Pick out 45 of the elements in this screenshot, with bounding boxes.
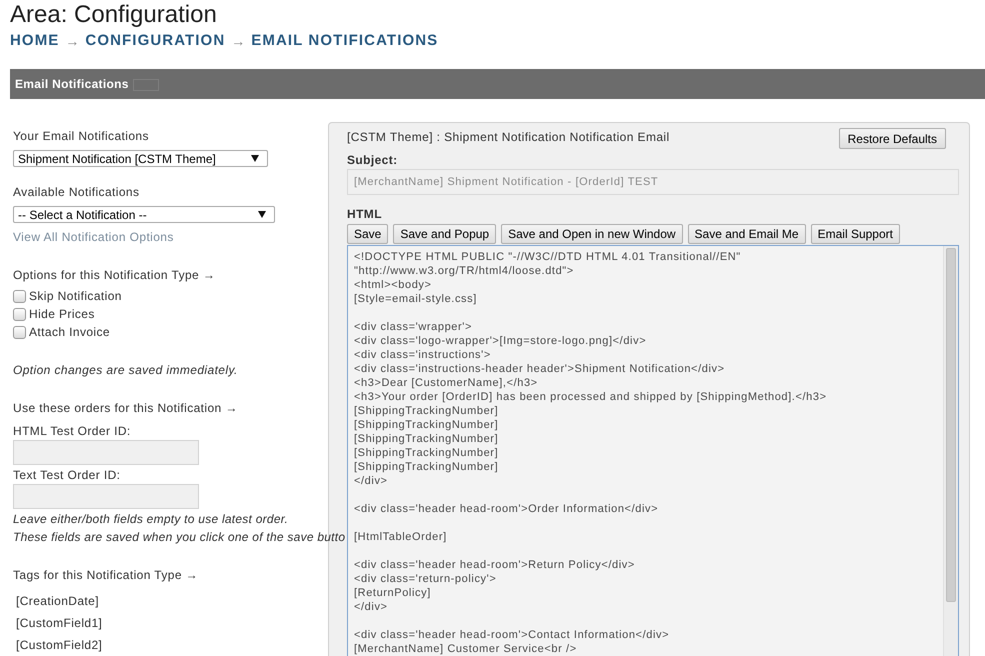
caret-icon [258, 211, 266, 218]
help-note: Leave either/both fields empty to use latest order. [13, 511, 288, 527]
editor-title: [CSTM Theme] : Shipment Notification Notification Email [347, 129, 670, 145]
breadcrumb-link[interactable]: CONFIGURATION [85, 31, 226, 51]
checkbox-label: Hide Prices [29, 306, 95, 322]
section-title: Email Notifications [15, 76, 129, 93]
checkbox-label: Attach Invoice [29, 324, 110, 340]
checkbox[interactable] [13, 308, 26, 320]
field-label: Your Email Notifications [13, 128, 149, 144]
tag-item: [CustomField1] [16, 615, 102, 631]
field-label: Available Notifications [13, 184, 140, 200]
section-label: Options for this Notification Type → [13, 267, 216, 283]
order-id-field[interactable] [13, 484, 199, 509]
html-editor-field[interactable] [347, 245, 959, 656]
save-and-email-button[interactable]: Save and Email Me [688, 224, 806, 244]
caret-icon [251, 155, 259, 162]
help-note: These fields are saved when you click one of the save butto [13, 529, 346, 545]
restore-defaults-button[interactable]: Restore Defaults [838, 128, 946, 149]
breadcrumb-link[interactable]: EMAIL NOTIFICATIONS [251, 31, 438, 51]
breadcrumb-separator: → [231, 32, 246, 50]
tag-item: [CustomField2] [16, 637, 102, 653]
scrollbar[interactable] [943, 246, 958, 656]
field-label: Text Test Order ID: [13, 467, 120, 483]
breadcrumb-separator: → [65, 32, 80, 50]
html-label: HTML [347, 206, 382, 222]
order-id-field[interactable] [13, 440, 199, 465]
scrollbar-thumb[interactable] [946, 248, 956, 602]
tag-item: [CreationDate] [16, 593, 100, 609]
subject-label: Subject: [347, 152, 398, 168]
notification-select[interactable]: -- Select a Notification -- [13, 206, 275, 223]
html-code-text: <!DOCTYPE HTML PUBLIC "-//W3C//DTD HTML 4.01 Transitional//EN" "http://www.w3.org/TR/html4/loose.dtd"> <html><body> [Style=email-style.css] <div class='wrapper'> <div class='logo-wrapper'>[Img=store-logo.png]</div> <div class='instructions'> <div class='instructions-header header'>Shipment Notification</div> <h3>Dear [CustomerName],</h3> <h3>Your order [OrderID] has been processed and shipped by [ShippingMethod].</h3> [ShippingTrackingNumber] [ShippingTrackingNumber] [ShippingTrackingNumber] [ShippingTrackingNumber] [ShippingTrackingNumber] </div> <div class='header head-room'>Order Information</div> [HtmlTableOrder] <div class='header head-room'>Return Policy</div> <div class='return-policy'> [ReturnPolicy] </div> <div class='header head-room'>Contact Information</div> [MerchantName] Customer Service<br /> [353, 250, 828, 656]
section-label: Tags for this Notification Type → [13, 567, 198, 583]
save-and-open-button[interactable]: Save and Open in new Window [501, 224, 683, 244]
checkbox[interactable] [13, 326, 26, 338]
field-label: HTML Test Order ID: [13, 423, 131, 439]
page-title: Area: Configuration [10, 1, 217, 29]
notification-select[interactable]: Shipment Notification [CSTM Theme] [13, 150, 268, 167]
email-support-button[interactable]: Email Support [810, 224, 900, 244]
checkbox-label: Skip Notification [29, 288, 122, 304]
breadcrumb-link[interactable]: HOME [10, 31, 60, 51]
section-label: Use these orders for this Notification → [13, 400, 238, 416]
options-note: Option changes are saved immediately. [13, 362, 238, 378]
save-button[interactable]: Save [347, 224, 388, 244]
save-and-popup-button[interactable]: Save and Popup [393, 224, 496, 244]
checkbox[interactable] [13, 290, 26, 302]
